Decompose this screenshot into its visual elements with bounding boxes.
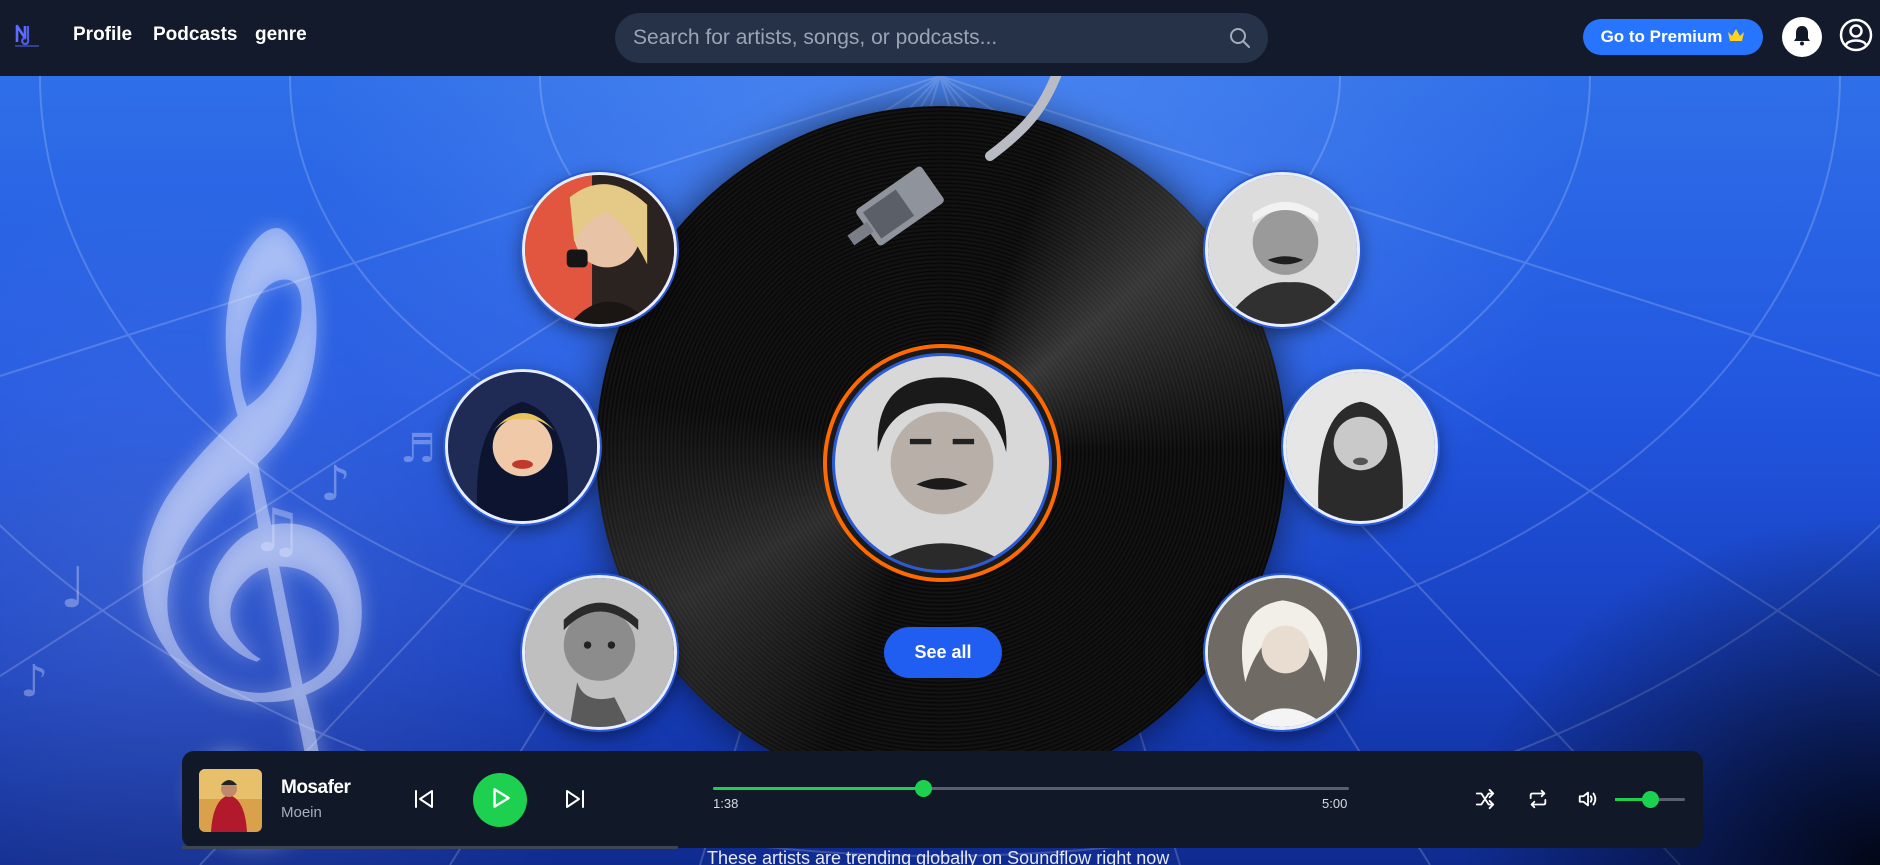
treble-clef-decoration: 𝄞 xyxy=(80,213,388,819)
play-button[interactable] xyxy=(473,773,527,827)
search-placeholder: Search for artists, songs, or podcasts..… xyxy=(633,26,998,49)
volume-handle[interactable] xyxy=(1642,791,1659,808)
trending-caption: These artists are trending globally on S… xyxy=(707,848,1170,865)
skip-forward-icon[interactable] xyxy=(562,786,588,812)
artist-avatar[interactable] xyxy=(1283,369,1438,524)
volume-slider[interactable] xyxy=(1615,791,1685,808)
music-note-decoration: ♬ xyxy=(400,426,436,472)
current-time: 1:38 xyxy=(713,796,739,811)
search-icon[interactable] xyxy=(1228,26,1252,50)
artist-avatar[interactable] xyxy=(445,369,600,524)
music-player-bar: Mosafer Moein 1:38 5:00 xyxy=(182,751,1703,848)
nav-genre[interactable]: genre xyxy=(255,24,307,46)
progress-fill xyxy=(713,787,923,790)
artist-avatar[interactable] xyxy=(522,575,677,730)
repeat-icon[interactable] xyxy=(1526,787,1550,811)
bell-icon xyxy=(1790,23,1814,52)
skip-back-icon[interactable] xyxy=(411,786,437,812)
progress-slider[interactable] xyxy=(713,780,1349,797)
progress-handle[interactable] xyxy=(914,780,932,797)
nav-podcasts[interactable]: Podcasts xyxy=(153,24,237,46)
artist-avatar[interactable] xyxy=(1205,575,1360,730)
music-note-decoration: ♩ xyxy=(60,556,87,621)
music-note-decoration: ♪ xyxy=(320,456,351,512)
play-icon xyxy=(487,785,513,816)
nav-profile[interactable]: Profile xyxy=(73,24,132,46)
hero-section: 𝄞 ♫ ♪ ♬ ♩ ♪ See all xyxy=(0,76,1880,865)
see-all-button[interactable]: See all xyxy=(884,627,1002,678)
player-bottom-edge xyxy=(182,846,678,849)
music-note-decoration: ♪ xyxy=(20,656,49,707)
go-premium-button[interactable]: Go to Premium xyxy=(1583,19,1763,55)
crown-icon xyxy=(1727,28,1745,46)
track-artist[interactable]: Moein xyxy=(281,804,322,821)
volume-icon[interactable] xyxy=(1576,787,1600,811)
artist-avatar[interactable] xyxy=(1205,172,1360,327)
top-navbar: Profile Podcasts genre Search for artist… xyxy=(0,0,1880,76)
music-note-decoration: ♫ xyxy=(250,496,304,566)
premium-label: Go to Premium xyxy=(1600,27,1723,46)
search-input[interactable]: Search for artists, songs, or podcasts..… xyxy=(615,13,1268,63)
featured-artist-avatar[interactable] xyxy=(823,344,1061,582)
track-title[interactable]: Mosafer xyxy=(281,777,351,799)
notifications-button[interactable] xyxy=(1782,17,1822,57)
logo-icon[interactable] xyxy=(12,20,42,50)
shuffle-icon[interactable] xyxy=(1473,787,1497,811)
album-cover[interactable] xyxy=(199,769,262,832)
user-icon[interactable] xyxy=(1839,18,1873,52)
artist-avatar[interactable] xyxy=(522,172,677,327)
duration-time: 5:00 xyxy=(1322,796,1348,811)
